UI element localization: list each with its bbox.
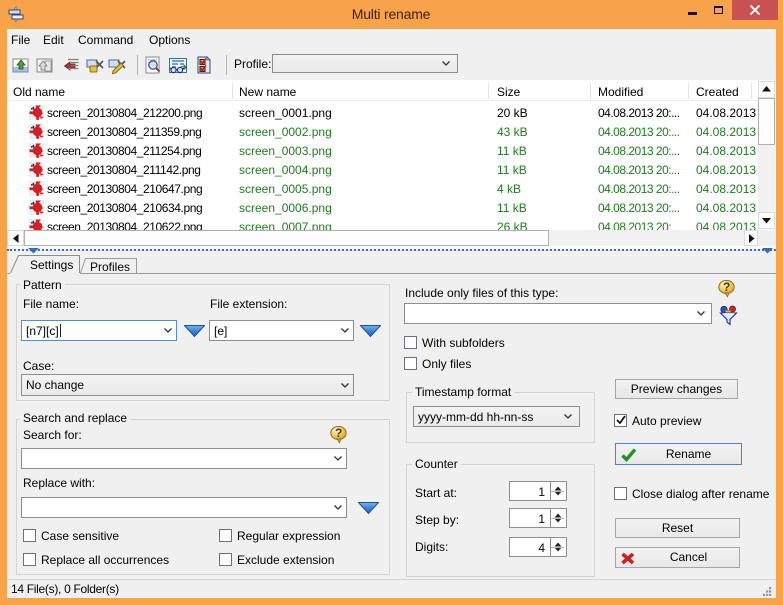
svg-text:?: ? xyxy=(335,426,342,440)
svg-text:?: ? xyxy=(723,280,730,294)
